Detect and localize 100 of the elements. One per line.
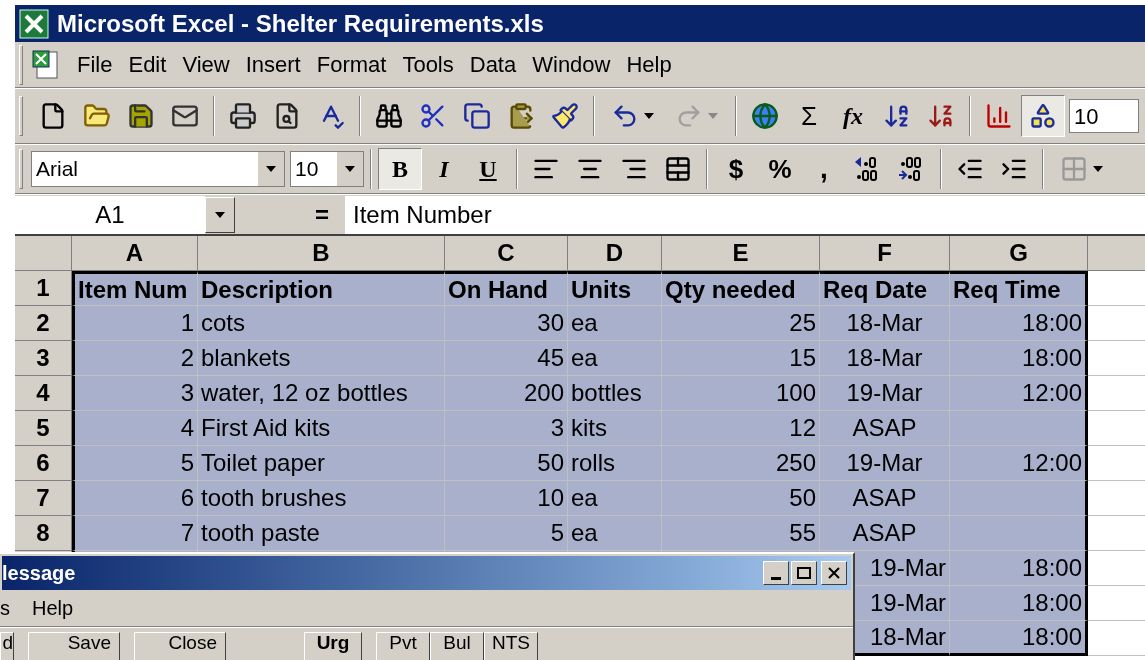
column-header[interactable]: C	[445, 236, 568, 271]
table-cell: 250	[662, 446, 820, 481]
minimize-button[interactable]	[763, 560, 789, 585]
table-cell: 50	[445, 446, 568, 481]
close-icon	[828, 566, 840, 579]
table-cell: 15	[662, 341, 820, 376]
function-button[interactable]: fx	[831, 95, 875, 137]
toolbar-button[interactable]: NTS	[484, 632, 538, 660]
row-header[interactable]: 5	[15, 411, 72, 446]
currency-button[interactable]: $	[714, 148, 758, 190]
table-cell: tooth paste	[198, 516, 445, 551]
table-cell: 12	[662, 411, 820, 446]
table-cell: 10	[445, 481, 568, 516]
table-cell: Item Num	[72, 271, 198, 306]
table-cell: Toilet paper	[198, 446, 445, 481]
caret-icon[interactable]	[214, 210, 226, 219]
autosum-button[interactable]: Σ	[787, 95, 831, 137]
table-cell: 6	[72, 481, 198, 516]
font-size-dropdown[interactable]: 10	[290, 151, 364, 187]
menu-item[interactable]: Help	[618, 48, 680, 81]
menu-item[interactable]: File	[69, 48, 121, 81]
table-cell: 50	[662, 481, 820, 516]
caret-icon[interactable]	[344, 165, 356, 173]
percent-button[interactable]: %	[758, 148, 802, 190]
comma-button[interactable]: ,	[802, 148, 846, 190]
table-cell: rolls	[568, 446, 662, 481]
message-window-title: lessage	[2, 560, 76, 586]
table-cell: 100	[662, 376, 820, 411]
table-cell: 18:00	[950, 586, 1088, 621]
font-style-button[interactable]: U	[466, 148, 510, 190]
table-cell: 4	[72, 411, 198, 446]
font-style-button[interactable]: B	[378, 148, 422, 190]
maximize-button[interactable]	[791, 560, 817, 585]
pages-icon	[463, 102, 491, 130]
globe-icon	[751, 102, 779, 130]
row-header[interactable]: 6	[15, 446, 72, 481]
table-cell: cots	[198, 306, 445, 341]
table-cell: 12:00	[950, 376, 1088, 411]
excel-logo-icon	[19, 8, 49, 39]
close-button[interactable]	[821, 560, 847, 585]
font-style-button[interactable]: I	[422, 148, 466, 190]
table-cell: ASAP	[820, 516, 950, 551]
menu-item[interactable]: Edit	[120, 48, 175, 81]
bar-chart-icon	[985, 102, 1013, 130]
row-header[interactable]: 3	[15, 341, 72, 376]
minimize-icon	[771, 576, 781, 580]
menu-item[interactable]: View	[174, 48, 238, 81]
caret-icon[interactable]	[265, 165, 277, 173]
table-cell: 19-Mar	[820, 446, 950, 481]
toolbar-button[interactable]: Urg	[304, 632, 362, 660]
formula-field[interactable]: Item Number	[345, 195, 1145, 234]
select-all-corner[interactable]	[15, 236, 72, 271]
table-cell: 18:00	[950, 551, 1088, 586]
caret-icon[interactable]	[1092, 165, 1104, 173]
table-cell: Description	[198, 271, 445, 306]
menu-item[interactable]: s	[0, 592, 10, 623]
column-header[interactable]: B	[198, 236, 445, 271]
row-header[interactable]: 1	[15, 271, 72, 306]
row-header[interactable]: 7	[15, 481, 72, 516]
caret-icon[interactable]	[643, 112, 655, 120]
menu-item[interactable]: Format	[308, 48, 395, 81]
table-cell: Req Time	[950, 271, 1088, 306]
zoom-field[interactable]: 10	[1069, 99, 1139, 133]
column-header[interactable]: E	[662, 236, 820, 271]
table-cell: Units	[568, 271, 662, 306]
workbook-icon[interactable]	[31, 48, 61, 81]
table-cell: ea	[568, 481, 662, 516]
table-cell: 18:00	[950, 306, 1088, 341]
row-header[interactable]: 2	[15, 306, 72, 341]
table-cell: tooth brushes	[198, 481, 445, 516]
binoculars-icon	[375, 102, 403, 130]
name-box-dropdown[interactable]	[205, 196, 235, 233]
menu-item[interactable]: Data	[461, 48, 525, 81]
name-box[interactable]: A1	[15, 195, 205, 234]
column-header[interactable]: A	[72, 236, 198, 271]
toolbar-button[interactable]: Bul	[430, 632, 484, 660]
table-cell: kits	[568, 411, 662, 446]
shapes-icon	[1029, 102, 1057, 130]
column-header[interactable]: G	[950, 236, 1088, 271]
row-header[interactable]: 4	[15, 376, 72, 411]
menu-item[interactable]: Tools	[394, 48, 462, 81]
menu-item[interactable]: Help	[32, 592, 74, 623]
column-header[interactable]: F	[820, 236, 950, 271]
row-header[interactable]: 8	[15, 516, 72, 551]
toolbar-button[interactable]: Save	[28, 632, 120, 660]
drawing-button[interactable]	[1021, 95, 1065, 137]
toolbar-button[interactable]: Close	[134, 632, 226, 660]
window-title: Microsoft Excel - Shelter Requirements.xls	[57, 8, 544, 39]
toolbar-button[interactable]: d	[0, 632, 14, 660]
font-dropdown[interactable]: Arial	[31, 151, 285, 187]
table-cell: water, 12 oz bottles	[198, 376, 445, 411]
equals-sign: =	[315, 199, 330, 230]
menu-item[interactable]: Insert	[237, 48, 309, 81]
column-header[interactable]	[1088, 236, 1145, 271]
menu-item[interactable]: Window	[524, 48, 619, 81]
table-cell: 7	[72, 516, 198, 551]
table-cell: 12:00	[950, 446, 1088, 481]
table-cell: 18-Mar	[820, 341, 950, 376]
column-header[interactable]: D	[568, 236, 662, 271]
toolbar-button[interactable]: Pvt	[376, 632, 430, 660]
